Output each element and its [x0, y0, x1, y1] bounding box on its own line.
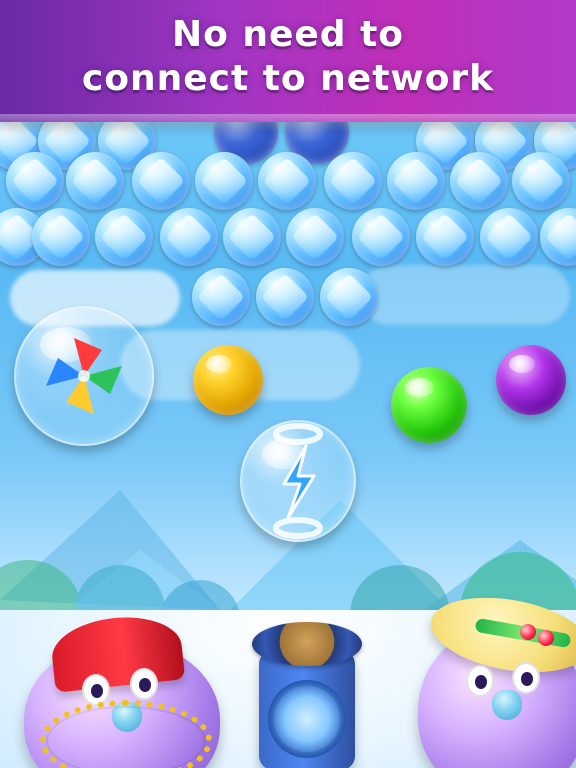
gem — [192, 268, 250, 326]
bird-beak — [492, 690, 522, 720]
bubble-cannon[interactable] — [252, 622, 362, 768]
gem — [320, 268, 378, 326]
gem — [160, 208, 218, 266]
gem — [32, 208, 90, 266]
bird-eye — [130, 668, 158, 700]
gem — [540, 208, 576, 266]
cannon-window — [268, 680, 346, 758]
gem — [416, 208, 474, 266]
gem — [286, 208, 344, 266]
pinwheel-icon — [46, 338, 122, 414]
gem — [352, 208, 410, 266]
gem — [387, 152, 445, 210]
cannon-mouth — [252, 622, 362, 666]
gem — [66, 152, 124, 210]
pinwheel-powerup[interactable] — [14, 306, 154, 446]
background-cloud — [360, 265, 570, 325]
banner-line-1: No need to — [171, 14, 405, 55]
gem — [223, 208, 281, 266]
promo-banner: No need to connect to network — [0, 0, 576, 132]
bird-eye — [512, 662, 540, 694]
purple-bubble[interactable] — [496, 345, 566, 415]
lightning-icon — [273, 423, 323, 539]
banner-line-2: connect to network — [81, 58, 495, 99]
gem — [258, 152, 316, 210]
gem — [324, 152, 382, 210]
green-bubble[interactable] — [391, 367, 467, 443]
gem — [95, 208, 153, 266]
hat-flower — [520, 624, 536, 640]
yellow-bubble[interactable] — [193, 345, 263, 415]
gem — [195, 152, 253, 210]
gem — [450, 152, 508, 210]
lightning-powerup[interactable] — [240, 420, 356, 542]
gem — [6, 152, 64, 210]
gem — [512, 152, 570, 210]
game-screen: No need to connect to network — [0, 0, 576, 768]
gem — [256, 268, 314, 326]
bird-eye — [466, 665, 494, 697]
gem — [132, 152, 190, 210]
hat-flower — [538, 630, 554, 646]
gem — [480, 208, 538, 266]
